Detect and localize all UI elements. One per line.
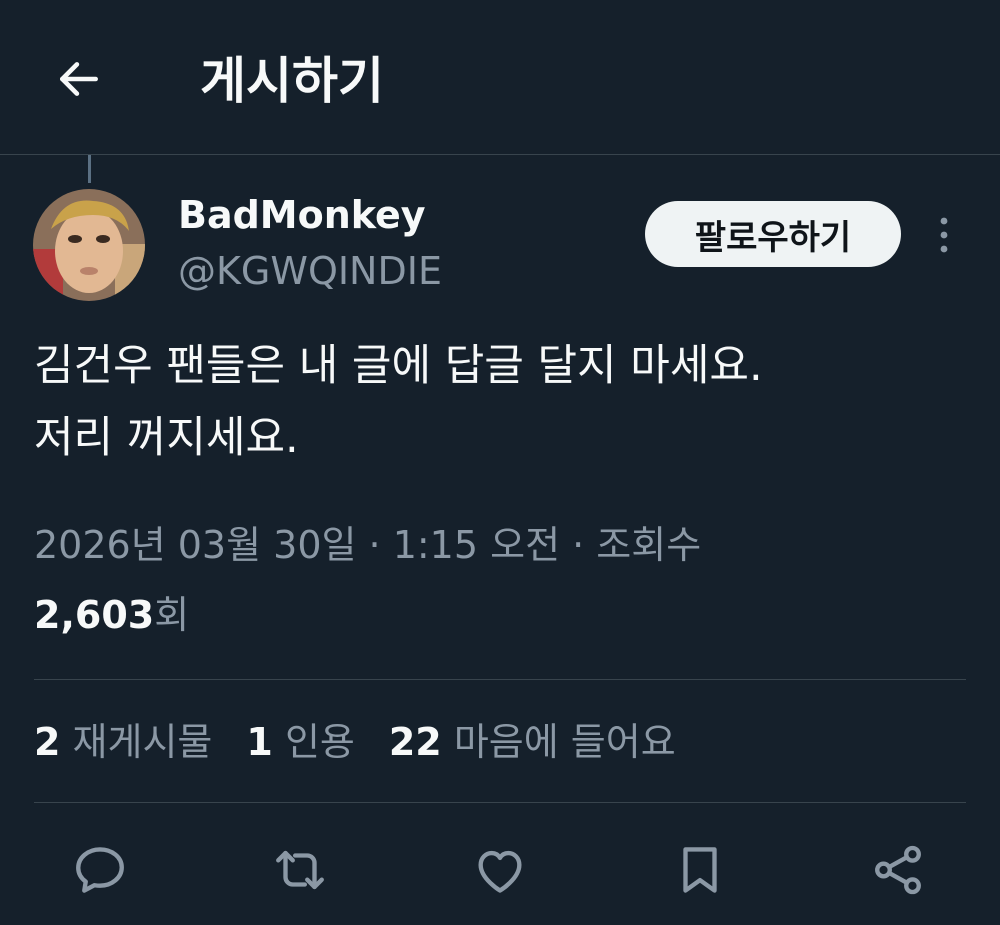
tweet-meta: 2026년 03월 30일 · 1:15 오전 · 조회수 [34,518,701,572]
quotes-label: 인용 [284,720,355,764]
page-title: 게시하기 [200,52,384,110]
reposts-stat[interactable]: 2 재게시물 [34,714,212,770]
tweet-text-line: 저리 꺼지세요. [34,413,299,463]
quotes-count: 1 [246,720,273,764]
reply-button[interactable] [68,838,132,902]
tweet-date[interactable]: 2026년 03월 30일 [34,523,356,567]
like-button[interactable] [468,838,532,902]
share-icon [875,845,921,895]
tweet-detail-page: 게시하기 BadMonkey @KGWQINDIE 팔로우하기 김건우 팬들은 … [0,0,1000,925]
arrow-left-icon [60,62,98,96]
back-button[interactable] [48,48,110,110]
engagement-stats: 2 재게시물 1 인용 22 마음에 들어요 [34,714,676,770]
bookmark-button[interactable] [668,838,732,902]
author-display-name[interactable]: BadMonkey [178,190,426,240]
likes-label: 마음에 들어요 [453,720,676,764]
views-count: 2,603 [34,593,155,637]
views-line[interactable]: 2,603회 [34,588,189,642]
heart-icon [478,850,522,893]
reposts-label: 재게시물 [72,720,213,764]
more-options-button[interactable] [928,212,960,258]
action-bar [0,838,1000,908]
tweet-text-line: 김건우 팬들은 내 글에 답글 달지 마세요. [34,341,763,391]
tweet-text: 김건우 팬들은 내 글에 답글 달지 마세요. 저리 꺼지세요. [34,330,974,474]
views-label: 조회수 [596,523,702,567]
reply-icon [76,847,124,893]
thread-connector-line [88,155,91,183]
author-handle[interactable]: @KGWQINDIE [178,246,442,296]
more-vertical-icon [940,217,948,253]
quotes-stat[interactable]: 1 인용 [246,714,354,770]
views-unit: 회 [154,593,190,637]
share-button[interactable] [866,838,930,902]
likes-stat[interactable]: 22 마음에 들어요 [389,714,676,770]
meta-separator: · [560,523,597,567]
reposts-count: 2 [34,720,61,764]
likes-count: 22 [388,720,442,764]
meta-separator: · [356,523,393,567]
top-bar: 게시하기 [0,0,1000,155]
divider [34,802,966,803]
avatar-image [33,189,145,301]
repost-icon [276,850,324,890]
repost-button[interactable] [268,838,332,902]
follow-button[interactable]: 팔로우하기 [645,201,901,267]
divider [34,679,966,680]
avatar[interactable] [33,189,145,301]
tweet-time[interactable]: 1:15 오전 [393,523,560,567]
bookmark-icon [683,847,717,893]
